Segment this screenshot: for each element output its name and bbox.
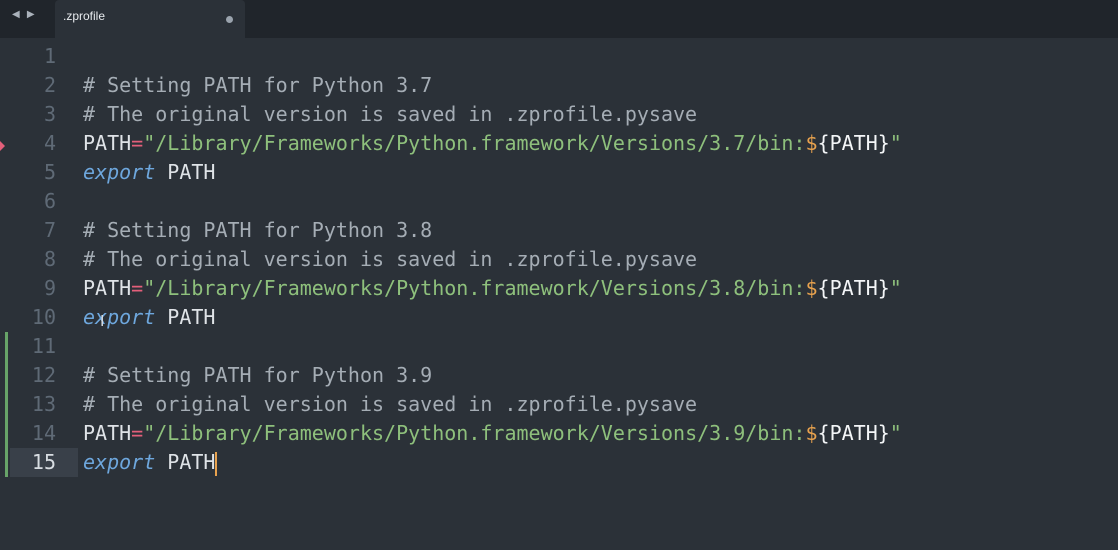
- code-line[interactable]: 14 PATH="/Library/Frameworks/Python.frame…: [0, 419, 1118, 448]
- ibeam-cursor-icon: I: [100, 312, 105, 330]
- line-number: 7: [43, 218, 56, 242]
- token-var: PATH: [83, 421, 132, 445]
- token-eq: =: [131, 421, 144, 445]
- token-eq: =: [131, 276, 144, 300]
- line-number: 8: [43, 247, 56, 271]
- tab-zprofile[interactable]: .zprofile: [55, 0, 245, 38]
- line-number: 11: [31, 334, 56, 358]
- line-number: 9: [43, 276, 56, 300]
- code-line[interactable]: 10 export PATH: [0, 303, 1118, 332]
- token-var: PATH: [155, 450, 216, 474]
- diff-marker-icon: [0, 141, 5, 151]
- line-number: 13: [31, 392, 56, 416]
- code-line[interactable]: 1: [0, 42, 1118, 71]
- line-number: 12: [31, 363, 56, 387]
- line-number: 3: [43, 102, 56, 126]
- code-line[interactable]: 13 # The original version is saved in .zp…: [0, 390, 1118, 419]
- tab-title: .zprofile: [63, 9, 106, 23]
- code-text: # Setting PATH for Python 3.7: [83, 73, 432, 97]
- token-comment: # Setting PATH for Python 3.9: [83, 363, 433, 387]
- token-comment: # Setting PATH for Python 3.8: [83, 218, 433, 242]
- token-comment: # The original version is saved in .zpro…: [83, 102, 698, 126]
- code-line[interactable]: 4 PATH="/Library/Frameworks/Python.framew…: [0, 129, 1118, 158]
- code-editor[interactable]: 1 2 # Setting PATH for Python 3.7 3 # The or…: [0, 38, 1118, 550]
- token-brace: {PATH}: [817, 131, 890, 155]
- line-number: 1: [43, 44, 56, 68]
- token-dollar: $: [805, 421, 818, 445]
- token-dollar: $: [805, 276, 818, 300]
- code-line[interactable]: 5 export PATH: [0, 158, 1118, 187]
- token-dollar: $: [805, 131, 818, 155]
- token-comment: # The original version is saved in .zpro…: [83, 392, 698, 416]
- code-line[interactable]: 2 # Setting PATH for Python 3.7: [0, 71, 1118, 100]
- token-brace: {PATH}: [817, 421, 890, 445]
- line-number: 4: [43, 131, 56, 155]
- code-line[interactable]: 8 # The original version is saved in .zpr…: [0, 245, 1118, 274]
- text-cursor: [215, 451, 218, 476]
- token-comment: # Setting PATH for Python 3.7: [83, 73, 433, 97]
- token-str: "/Library/Frameworks/Python.framework/Ve…: [143, 131, 806, 155]
- code-line[interactable]: 7 # Setting PATH for Python 3.8: [0, 216, 1118, 245]
- token-comment: # The original version is saved in .zpro…: [83, 247, 698, 271]
- token-var: PATH: [83, 131, 132, 155]
- code-text: # The original version is saved in .zpro…: [83, 247, 697, 271]
- code-text: # The original version is saved in .zpro…: [83, 392, 697, 416]
- code-text: # Setting PATH for Python 3.8: [83, 218, 432, 242]
- line-number: 15: [31, 450, 56, 474]
- code-text: PATH="/Library/Frameworks/Python.framewo…: [83, 421, 902, 445]
- code-line[interactable]: 12 # Setting PATH for Python 3.9: [0, 361, 1118, 390]
- token-str: ": [889, 421, 902, 445]
- token-str: ": [889, 276, 902, 300]
- tab-nav-arrows-icon[interactable]: ◀ ▶: [12, 9, 37, 20]
- code-line[interactable]: 11: [0, 332, 1118, 361]
- token-kw: export: [83, 450, 156, 474]
- tab-bar: ◀ ▶ .zprofile: [0, 0, 1118, 38]
- code-text: # Setting PATH for Python 3.9: [83, 363, 432, 387]
- code-text: export PATH: [83, 160, 215, 184]
- token-var: PATH: [155, 305, 216, 329]
- code-text: PATH="/Library/Frameworks/Python.framewo…: [83, 131, 902, 155]
- token-str: "/Library/Frameworks/Python.framework/Ve…: [143, 276, 806, 300]
- code-line[interactable]: 9 PATH="/Library/Frameworks/Python.framew…: [0, 274, 1118, 303]
- token-var: PATH: [155, 160, 216, 184]
- line-number: 6: [43, 189, 56, 213]
- token-str: "/Library/Frameworks/Python.framework/Ve…: [143, 421, 806, 445]
- line-number: 10: [31, 305, 56, 329]
- token-var: PATH: [83, 276, 132, 300]
- line-number: 5: [43, 160, 56, 184]
- token-kw: export: [83, 305, 156, 329]
- code-line[interactable]: 6: [0, 187, 1118, 216]
- token-str: ": [889, 131, 902, 155]
- code-line[interactable]: 15 export PATH: [0, 448, 1118, 477]
- line-number: 14: [31, 421, 56, 445]
- code-line[interactable]: 3 # The original version is saved in .zpr…: [0, 100, 1118, 129]
- token-kw: export: [83, 160, 156, 184]
- unsaved-dot-icon[interactable]: [226, 16, 233, 23]
- code-text: export PATH: [83, 450, 218, 476]
- line-number: 2: [43, 73, 56, 97]
- code-text: PATH="/Library/Frameworks/Python.framewo…: [83, 276, 902, 300]
- code-text: # The original version is saved in .zpro…: [83, 102, 697, 126]
- token-brace: {PATH}: [817, 276, 890, 300]
- token-eq: =: [131, 131, 144, 155]
